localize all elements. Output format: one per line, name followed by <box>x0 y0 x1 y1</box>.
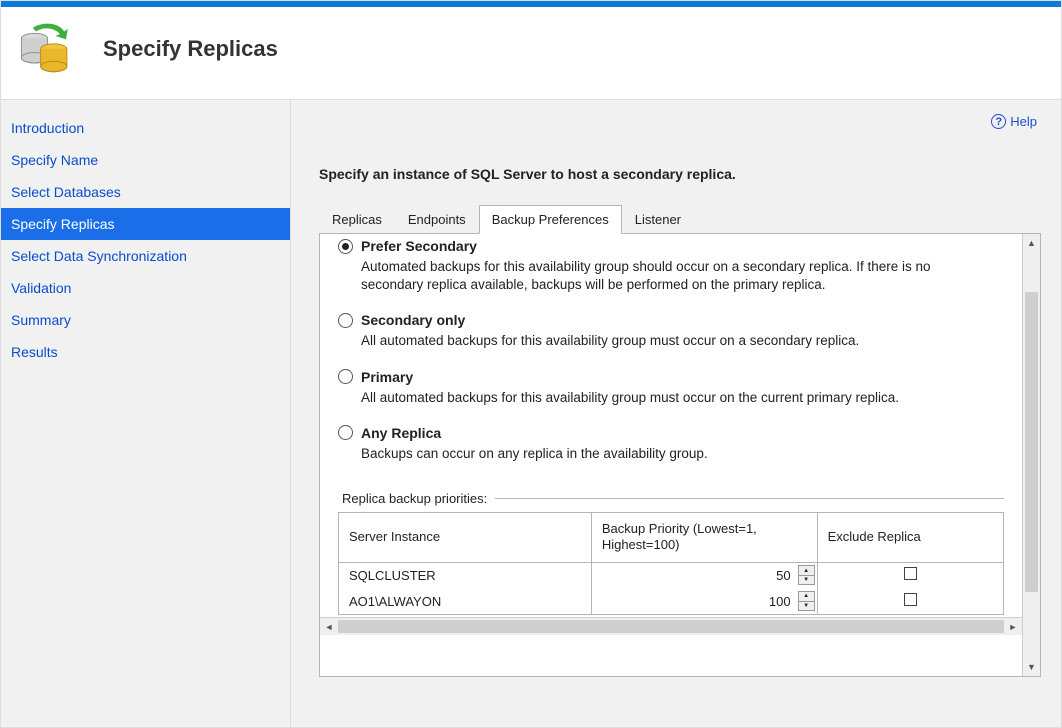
scroll-v-thumb[interactable] <box>1025 292 1038 592</box>
spinner-down-icon[interactable]: ▼ <box>798 602 815 612</box>
tab-panel: Prefer Secondary Automated backups for t… <box>319 234 1041 677</box>
cell-server: AO1\ALWAYON <box>339 588 591 614</box>
priority-value: 50 <box>776 568 790 583</box>
nav-introduction[interactable]: Introduction <box>1 112 290 144</box>
footer-spacer <box>319 677 1041 727</box>
database-icon <box>17 21 73 77</box>
option-title: Prefer Secondary <box>361 238 477 254</box>
cell-exclude <box>817 562 1003 588</box>
nav-select-data-sync[interactable]: Select Data Synchronization <box>1 240 290 272</box>
priority-spinner[interactable]: ▲ ▼ <box>798 591 815 611</box>
content-inner: Specify an instance of SQL Server to hos… <box>291 100 1061 727</box>
radio-secondary-only[interactable] <box>338 313 353 328</box>
col-exclude-replica: Exclude Replica <box>817 513 1003 562</box>
table-row: SQLCLUSTER 50 ▲ ▼ <box>339 562 1003 588</box>
exclude-checkbox[interactable] <box>904 567 917 580</box>
scroll-h-thumb[interactable] <box>338 620 1004 633</box>
option-prefer-secondary: Prefer Secondary Automated backups for t… <box>338 238 994 294</box>
scroll-left-icon[interactable]: ◄ <box>320 618 338 635</box>
help-link[interactable]: ? Help <box>991 114 1037 129</box>
nav-specify-replicas[interactable]: Specify Replicas <box>1 208 290 240</box>
scroll-down-icon[interactable]: ▼ <box>1023 658 1040 676</box>
content-area: ? Help Specify an instance of SQL Server… <box>291 100 1061 727</box>
cell-priority[interactable]: 50 ▲ ▼ <box>591 562 817 588</box>
scroll-h-track[interactable] <box>338 618 1004 635</box>
option-title: Primary <box>361 369 413 385</box>
priorities-label: Replica backup priorities: <box>342 491 487 506</box>
option-any-replica: Any Replica Backups can occur on any rep… <box>338 425 994 463</box>
exclude-checkbox[interactable] <box>904 593 917 606</box>
tab-replicas[interactable]: Replicas <box>319 205 395 234</box>
priorities-table: Server Instance Backup Priority (Lowest=… <box>338 512 1004 615</box>
vertical-scrollbar[interactable]: ▲ ▼ <box>1022 234 1040 676</box>
nav-validation[interactable]: Validation <box>1 272 290 304</box>
page-title: Specify Replicas <box>103 36 278 62</box>
nav-specify-name[interactable]: Specify Name <box>1 144 290 176</box>
option-secondary-only: Secondary only All automated backups for… <box>338 312 994 350</box>
option-desc: Automated backups for this availability … <box>361 258 994 294</box>
tabs: Replicas Endpoints Backup Preferences Li… <box>319 204 1041 234</box>
cell-exclude <box>817 588 1003 614</box>
header: Specify Replicas <box>1 7 1061 100</box>
option-desc: All automated backups for this availabil… <box>361 389 994 407</box>
option-desc: Backups can occur on any replica in the … <box>361 445 994 463</box>
wizard-nav: Introduction Specify Name Select Databas… <box>1 100 291 727</box>
spinner-up-icon[interactable]: ▲ <box>798 565 815 576</box>
cell-priority[interactable]: 100 ▲ ▼ <box>591 588 817 614</box>
divider <box>495 498 1004 499</box>
nav-summary[interactable]: Summary <box>1 304 290 336</box>
scroll-up-icon[interactable]: ▲ <box>1023 234 1040 252</box>
priority-value: 100 <box>769 594 791 609</box>
scroll-v-track[interactable] <box>1023 252 1040 658</box>
nav-results[interactable]: Results <box>1 336 290 368</box>
horizontal-scrollbar[interactable]: ◄ ► <box>320 617 1022 635</box>
option-desc: All automated backups for this availabil… <box>361 332 994 350</box>
backup-options: Prefer Secondary Automated backups for t… <box>320 234 1022 485</box>
spinner-up-icon[interactable]: ▲ <box>798 591 815 602</box>
spinner-down-icon[interactable]: ▼ <box>798 576 815 586</box>
scroll-right-icon[interactable]: ► <box>1004 618 1022 635</box>
body: Introduction Specify Name Select Databas… <box>1 100 1061 727</box>
option-primary: Primary All automated backups for this a… <box>338 369 994 407</box>
nav-select-databases[interactable]: Select Databases <box>1 176 290 208</box>
tab-backup-preferences[interactable]: Backup Preferences <box>479 205 622 234</box>
panel-content: Prefer Secondary Automated backups for t… <box>320 234 1022 676</box>
help-icon: ? <box>991 114 1006 129</box>
col-backup-priority: Backup Priority (Lowest=1, Highest=100) <box>591 513 817 562</box>
radio-any-replica[interactable] <box>338 425 353 440</box>
tab-endpoints[interactable]: Endpoints <box>395 205 479 234</box>
cell-server: SQLCLUSTER <box>339 562 591 588</box>
option-title: Any Replica <box>361 425 441 441</box>
radio-primary[interactable] <box>338 369 353 384</box>
table-row: AO1\ALWAYON 100 ▲ ▼ <box>339 588 1003 614</box>
priorities-label-row: Replica backup priorities: <box>324 491 1022 506</box>
instruction-text: Specify an instance of SQL Server to hos… <box>319 166 1041 182</box>
col-server-instance: Server Instance <box>339 513 591 562</box>
tab-listener[interactable]: Listener <box>622 205 694 234</box>
wizard-window: Specify Replicas Introduction Specify Na… <box>0 0 1062 728</box>
radio-prefer-secondary[interactable] <box>338 239 353 254</box>
option-title: Secondary only <box>361 312 465 328</box>
priority-spinner[interactable]: ▲ ▼ <box>798 565 815 585</box>
help-label: Help <box>1010 114 1037 129</box>
